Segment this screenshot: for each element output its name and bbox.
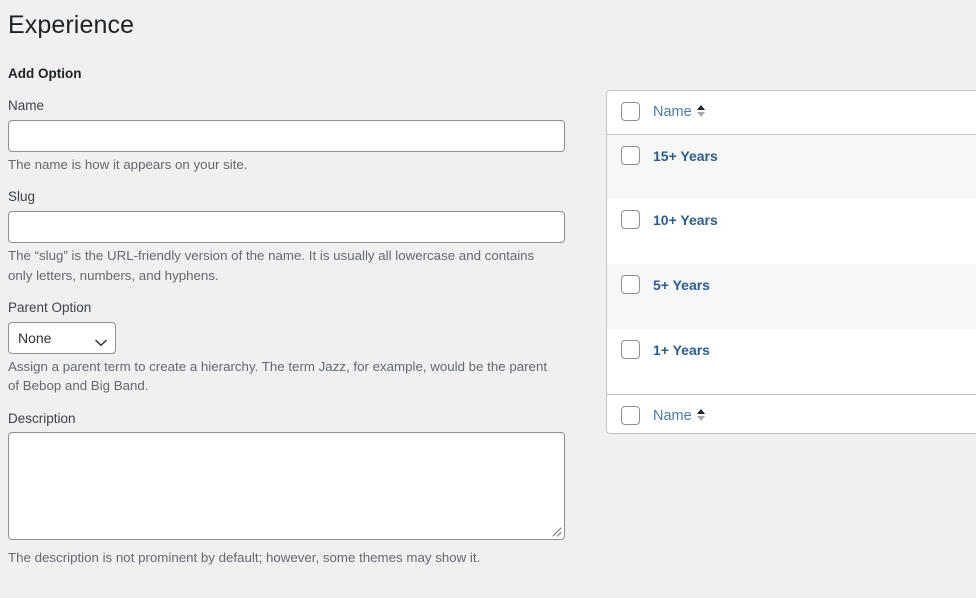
select-all-header-cell: [607, 91, 653, 134]
slug-help-text: The “slug” is the URL-friendly version o…: [8, 246, 556, 285]
table-row[interactable]: 10+ Years: [607, 199, 976, 264]
row-checkbox[interactable]: [621, 146, 640, 165]
term-name-link[interactable]: 10+ Years: [653, 212, 718, 228]
add-option-heading: Add Option: [8, 44, 592, 84]
row-checkbox[interactable]: [621, 275, 640, 294]
description-help-text: The description is not prominent by defa…: [8, 548, 556, 568]
row-checkbox-cell: [607, 264, 653, 329]
select-all-checkbox-footer[interactable]: [621, 406, 640, 425]
row-checkbox-cell: [607, 329, 653, 394]
table-row[interactable]: 15+ Years: [607, 134, 976, 199]
parent-option-select[interactable]: None: [8, 322, 116, 354]
name-column-header-label: Name: [653, 104, 692, 120]
table-row[interactable]: 5+ Years: [607, 264, 976, 329]
slug-input[interactable]: [8, 211, 565, 243]
terms-table-column: Name 15+ Years: [606, 90, 976, 434]
add-option-form-column: Experience Add Option Name The name is h…: [0, 0, 600, 568]
sort-arrows-icon[interactable]: [696, 104, 706, 118]
name-input[interactable]: [8, 120, 565, 152]
field-parent-option: Parent Option None Assign a parent term …: [8, 298, 592, 396]
term-name-link[interactable]: 1+ Years: [653, 342, 710, 358]
sort-by-name-link-footer[interactable]: Name: [653, 407, 692, 426]
sort-by-name-link[interactable]: Name: [653, 103, 692, 122]
description-textarea-wrap: [8, 432, 565, 540]
select-all-checkbox[interactable]: [621, 102, 640, 121]
row-name-cell: 5+ Years: [653, 264, 976, 329]
field-description: Description The description is not promi…: [8, 409, 592, 568]
term-name-link[interactable]: 5+ Years: [653, 277, 710, 293]
row-checkbox[interactable]: [621, 340, 640, 359]
parent-option-select-wrap: None: [8, 322, 116, 354]
description-textarea[interactable]: [8, 432, 565, 540]
name-column-footer-cell: Name: [653, 394, 976, 433]
parent-option-field-label: Parent Option: [8, 298, 592, 322]
field-slug: Slug The “slug” is the URL-friendly vers…: [8, 187, 592, 285]
table-row[interactable]: 1+ Years: [607, 329, 976, 394]
row-checkbox[interactable]: [621, 210, 640, 229]
select-all-footer-cell: [607, 394, 653, 433]
term-name-link[interactable]: 15+ Years: [653, 148, 718, 164]
row-name-cell: 10+ Years: [653, 199, 976, 264]
terms-table: Name 15+ Years: [606, 90, 976, 434]
row-checkbox-cell: [607, 134, 653, 199]
table-footer-row: Name: [607, 394, 976, 433]
name-column-header-cell: Name: [653, 91, 976, 134]
name-column-footer-label: Name: [653, 408, 692, 424]
name-help-text: The name is how it appears on your site.: [8, 155, 556, 175]
row-name-cell: 15+ Years: [653, 134, 976, 199]
field-name: Name The name is how it appears on your …: [8, 96, 592, 174]
description-field-label: Description: [8, 409, 592, 433]
sort-arrows-icon-footer[interactable]: [696, 408, 706, 422]
slug-field-label: Slug: [8, 187, 592, 211]
parent-option-help-text: Assign a parent term to create a hierarc…: [8, 357, 556, 396]
page-title: Experience: [8, 0, 592, 44]
table-header-row: Name: [607, 91, 976, 134]
row-name-cell: 1+ Years: [653, 329, 976, 394]
row-checkbox-cell: [607, 199, 653, 264]
name-field-label: Name: [8, 96, 592, 120]
